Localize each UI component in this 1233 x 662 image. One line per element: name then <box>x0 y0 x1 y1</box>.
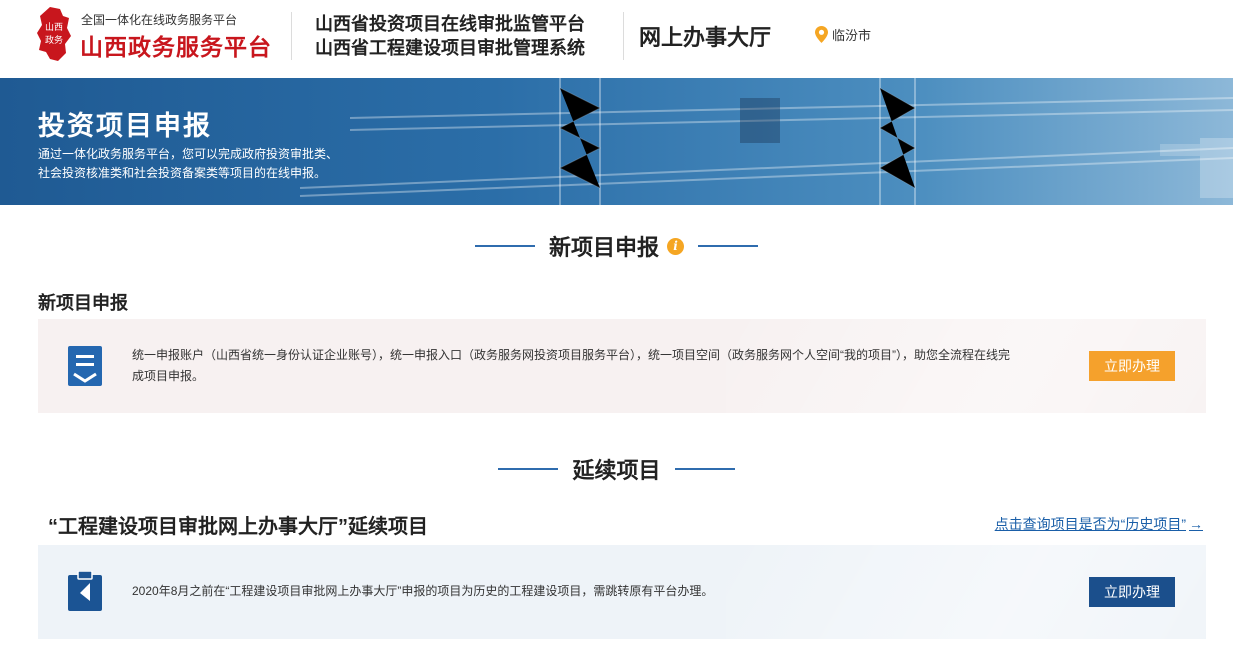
continue-project-subtitle: “工程建设项目审批网上办事大厅”延续项目 <box>48 516 428 538</box>
location-label: 临汾市 <box>832 27 872 43</box>
section-heading-new: 新项目申报 i <box>0 231 1233 261</box>
banner-desc-line2: 社会投资核准类和社会投资备案类等项目的在线申报。 <box>38 166 327 180</box>
site-header: 山西 政务 全国一体化在线政务服务平台 山西政务服务平台 山西省投资项目在线审批… <box>0 0 1233 78</box>
brand-title[interactable]: 山西政务服务平台 <box>80 28 272 62</box>
section-heading-text: 新项目申报 <box>548 235 659 260</box>
section-heading-text: 延续项目 <box>572 458 661 483</box>
clipboard-icon <box>68 571 102 611</box>
system-title: 山西省投资项目在线审批监管平台 山西省工程建设项目审批管理系统 <box>315 12 585 60</box>
heading-line-left <box>474 245 535 247</box>
location-selector[interactable]: 临汾市 <box>815 25 871 43</box>
banner-desc-line1: 通过一体化政务服务平台，您可以完成政府投资审批类、 <box>38 147 339 161</box>
banner-description: 通过一体化政务服务平台，您可以完成政府投资审批类、 社会投资核准类和社会投资备案… <box>38 145 338 183</box>
location-pin-icon <box>815 25 828 43</box>
new-project-description: 统一申报账户（山西省统一身份认证企业账号），统一申报入口（政务服务网投资项目服务… <box>132 348 1010 383</box>
banner-title: 投资项目申报 <box>38 111 212 141</box>
hall-title: 网上办事大厅 <box>639 25 772 50</box>
shanxi-map-logo-icon[interactable]: 山西 政务 <box>36 6 72 62</box>
heading-line-right <box>698 245 758 247</box>
banner: 投资项目申报 通过一体化政务服务平台，您可以完成政府投资审批类、 社会投资核准类… <box>0 78 1233 205</box>
document-list-icon <box>68 346 102 386</box>
header-divider <box>291 12 292 60</box>
new-project-card: 统一申报账户（山西省统一身份认证企业账号），统一申报入口（政务服务网投资项目服务… <box>38 319 1206 413</box>
continue-project-apply-button[interactable]: 立即办理 <box>1089 577 1175 607</box>
continue-project-description: 2020年8月之前在“工程建设项目审批网上办事大厅”申报的项目为历史的工程建设项… <box>132 584 714 598</box>
continue-project-card: 2020年8月之前在“工程建设项目审批网上办事大厅”申报的项目为历史的工程建设项… <box>38 545 1206 639</box>
header-divider <box>623 12 624 60</box>
heading-line-right <box>674 468 735 470</box>
arrow-right-icon: → <box>1189 516 1203 532</box>
history-project-query-link[interactable]: 点击查询项目是否为“历史项目” → <box>995 514 1203 534</box>
system-title-line1: 山西省投资项目在线审批监管平台 <box>315 14 585 34</box>
heading-line-left <box>498 468 559 470</box>
svg-text:政务: 政务 <box>45 34 63 46</box>
system-title-line2: 山西省工程建设项目审批管理系统 <box>315 38 585 58</box>
svg-text:山西: 山西 <box>45 22 63 33</box>
brand-subtitle: 全国一体化在线政务服务平台 <box>81 13 238 27</box>
new-project-apply-button[interactable]: 立即办理 <box>1089 351 1175 381</box>
history-link-text[interactable]: 点击查询项目是否为“历史项目” <box>995 514 1186 534</box>
info-icon[interactable]: i <box>667 237 684 255</box>
new-project-subtitle: 新项目申报 <box>38 293 128 313</box>
section-heading-continue: 延续项目 <box>0 454 1233 484</box>
